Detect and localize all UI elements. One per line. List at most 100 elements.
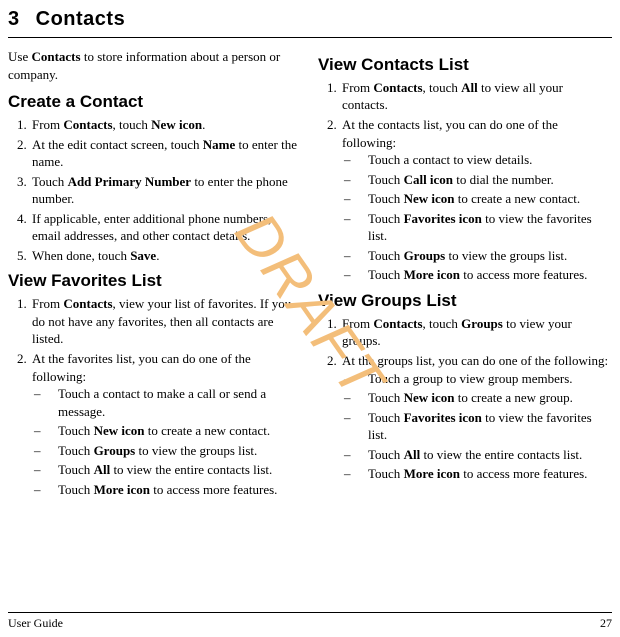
text: At the edit contact screen, touch [32, 137, 203, 152]
content-columns: Use Contacts to store information about … [8, 48, 612, 500]
left-column: Use Contacts to store information about … [8, 48, 302, 500]
bold-text: Add Primary Number [68, 174, 192, 189]
bold-text: Contacts [63, 117, 112, 132]
list-item: If applicable, enter additional phone nu… [30, 210, 302, 245]
text: Touch [58, 462, 94, 477]
text: At the groups list, you can do one of th… [342, 353, 608, 368]
bold-text: All [404, 447, 421, 462]
heading-view-contacts: View Contacts List [318, 54, 612, 77]
bold-text: Contacts [63, 296, 112, 311]
list-item: Touch All to view the entire contacts li… [356, 446, 612, 464]
text: , touch [423, 316, 462, 331]
list-item: Touch Favorites icon to view the favorit… [356, 409, 612, 444]
list-item: Touch Call icon to dial the number. [356, 171, 612, 189]
bold-text: Contacts [373, 316, 422, 331]
text: Touch [58, 482, 94, 497]
list-item: Touch More icon to access more features. [356, 465, 612, 483]
list-item: Touch More icon to access more features. [356, 266, 612, 284]
heading-view-favorites: View Favorites List [8, 270, 302, 293]
text: Touch [368, 191, 404, 206]
chapter-number: 3 [8, 6, 20, 33]
list-item: Touch Groups to view the groups list. [46, 442, 302, 460]
view-groups-steps: From Contacts, touch Groups to view your… [318, 315, 612, 483]
sublist: Touch a contact to view details. Touch C… [342, 151, 612, 284]
list-item: Touch New icon to create a new contact. [356, 190, 612, 208]
bold-text: Contacts [31, 49, 80, 64]
text: From [32, 296, 63, 311]
text: From [342, 316, 373, 331]
bold-text: New icon [94, 423, 145, 438]
text: to view the entire contacts list. [420, 447, 582, 462]
text: At the favorites list, you can do one of… [32, 351, 251, 384]
text: to view the groups list. [135, 443, 257, 458]
heading-create-contact: Create a Contact [8, 91, 302, 114]
list-item: Touch a contact to make a call or send a… [46, 385, 302, 420]
list-item: From Contacts, view your list of favorit… [30, 295, 302, 348]
bold-text: Favorites icon [404, 211, 482, 226]
text: , touch [423, 80, 462, 95]
text: Touch [58, 443, 94, 458]
page-number: 27 [600, 615, 612, 631]
bold-text: Groups [461, 316, 503, 331]
text: to create a new contact. [454, 191, 580, 206]
list-item: Touch New icon to create a new contact. [46, 422, 302, 440]
bold-text: Call icon [404, 172, 453, 187]
text: Use [8, 49, 31, 64]
text: If applicable, enter additional phone nu… [32, 211, 271, 244]
bold-text: All [94, 462, 111, 477]
text: Touch [368, 211, 404, 226]
bold-text: Save [130, 248, 156, 263]
bold-text: More icon [404, 466, 460, 481]
text: Touch a contact to view details. [368, 152, 532, 167]
text: Touch [368, 267, 404, 282]
footer-left: User Guide [8, 615, 63, 631]
text: . [202, 117, 205, 132]
right-column: View Contacts List From Contacts, touch … [318, 48, 612, 500]
bold-text: Groups [94, 443, 136, 458]
list-item: Touch Groups to view the groups list. [356, 247, 612, 265]
text: When done, touch [32, 248, 130, 263]
page-footer: User Guide 27 [8, 612, 612, 631]
text: Touch [368, 390, 404, 405]
bold-text: More icon [94, 482, 150, 497]
sublist: Touch a contact to make a call or send a… [32, 385, 302, 498]
chapter-title: 3 Contacts [8, 6, 612, 33]
list-item: From Contacts, touch All to view all you… [340, 79, 612, 114]
text: From [342, 80, 373, 95]
list-item: Touch More icon to access more features. [46, 481, 302, 499]
text: Touch [368, 248, 404, 263]
list-item: At the edit contact screen, touch Name t… [30, 136, 302, 171]
bold-text: Favorites icon [404, 410, 482, 425]
text: , touch [113, 117, 152, 132]
list-item: Touch a contact to view details. [356, 151, 612, 169]
chapter-header: 3 Contacts [8, 6, 612, 38]
text: to access more features. [150, 482, 277, 497]
text: to dial the number. [453, 172, 554, 187]
bold-text: More icon [404, 267, 460, 282]
text: to access more features. [460, 466, 587, 481]
text: Touch [368, 410, 404, 425]
text: Touch [368, 447, 404, 462]
text: to view the groups list. [445, 248, 567, 263]
list-item: When done, touch Save. [30, 247, 302, 265]
chapter-name: Contacts [36, 8, 126, 30]
bold-text: New icon [404, 390, 455, 405]
list-item: Touch Favorites icon to view the favorit… [356, 210, 612, 245]
text: to access more features. [460, 267, 587, 282]
text: to create a new group. [454, 390, 572, 405]
create-contact-steps: From Contacts, touch New icon. At the ed… [8, 116, 302, 264]
text: Touch a group to view group members. [368, 371, 573, 386]
view-contacts-steps: From Contacts, touch All to view all you… [318, 79, 612, 284]
text: At the contacts list, you can do one of … [342, 117, 558, 150]
heading-view-groups: View Groups List [318, 290, 612, 313]
intro-paragraph: Use Contacts to store information about … [8, 48, 302, 83]
text: . [156, 248, 159, 263]
list-item: Touch All to view the entire contacts li… [46, 461, 302, 479]
text: Touch [368, 172, 404, 187]
list-item: At the contacts list, you can do one of … [340, 116, 612, 284]
text: to create a new contact. [144, 423, 270, 438]
bold-text: Groups [404, 248, 446, 263]
list-item: At the favorites list, you can do one of… [30, 350, 302, 498]
text: Touch a contact to make a call or send a… [58, 386, 266, 419]
list-item: From Contacts, touch New icon. [30, 116, 302, 134]
